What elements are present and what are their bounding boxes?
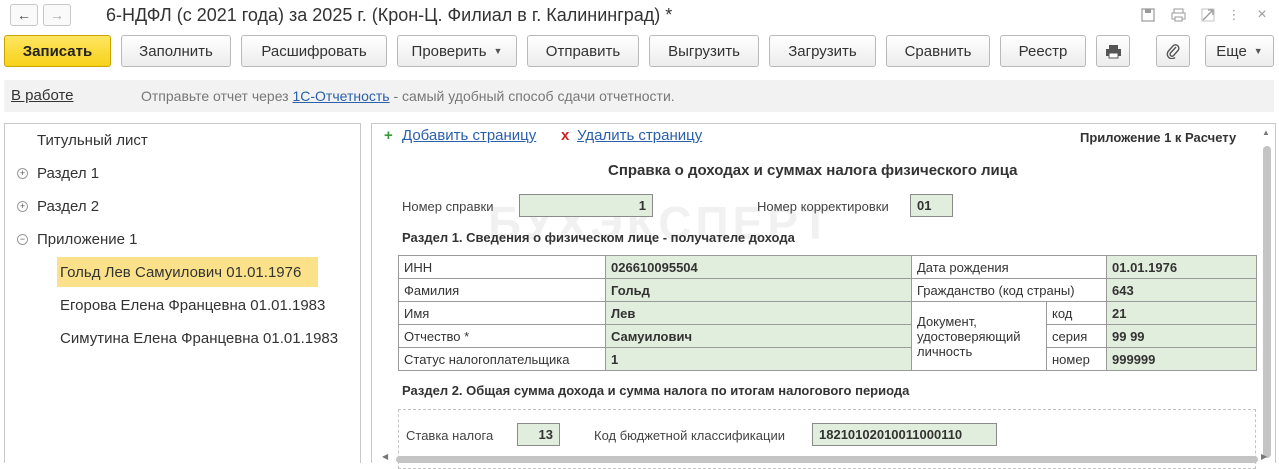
- printer-icon: [1105, 44, 1121, 58]
- section2-title: Раздел 2. Общая сумма дохода и сумма нал…: [402, 383, 910, 398]
- surname-field[interactable]: Гольд: [605, 278, 912, 302]
- caret-down-icon: ▼: [493, 46, 503, 56]
- vertical-scrollbar[interactable]: [1263, 146, 1271, 458]
- tree-item-person[interactable]: Гольд Лев Самуилович 01.01.1976: [60, 264, 301, 281]
- surname-label: Фамилия: [398, 278, 606, 302]
- back-button[interactable]: ←: [10, 4, 38, 26]
- tree-item-title-page[interactable]: Титульный лист: [37, 132, 148, 149]
- tax-rate-label: Ставка налога: [406, 428, 494, 443]
- doc-code-label: код: [1046, 301, 1107, 325]
- appendix-label: Приложение 1 к Расчету: [1080, 130, 1237, 145]
- export-button[interactable]: Выгрузить: [649, 35, 759, 67]
- close-icon[interactable]: ×: [1253, 6, 1271, 24]
- link-icon[interactable]: [1199, 6, 1217, 24]
- section1-title: Раздел 1. Сведения о физическом лице - п…: [402, 230, 795, 245]
- expand-plus-icon[interactable]: +: [17, 168, 28, 179]
- save-icon[interactable]: [1139, 6, 1157, 24]
- taxpayer-status-field[interactable]: 1: [605, 347, 912, 371]
- add-page-link[interactable]: Добавить страницу: [402, 127, 536, 144]
- expand-plus-icon[interactable]: +: [17, 201, 28, 212]
- patronymic-label: Отчество *: [398, 324, 606, 348]
- identity-document-label: Документ, удостоверяющий личность: [911, 301, 1047, 371]
- load-button[interactable]: Загрузить: [769, 35, 876, 67]
- attach-button[interactable]: [1156, 35, 1190, 67]
- forward-button[interactable]: →: [43, 4, 71, 26]
- 1c-reporting-link[interactable]: 1С-Отчетность: [292, 88, 389, 104]
- tree-item-section1[interactable]: Раздел 1: [37, 165, 99, 182]
- window-title: 6-НДФЛ (с 2021 года) за 2025 г. (Крон-Ц.…: [106, 5, 673, 25]
- compare-button[interactable]: Сравнить: [886, 35, 990, 67]
- birth-date-field[interactable]: 01.01.1976: [1106, 255, 1257, 279]
- name-label: Имя: [398, 301, 606, 325]
- tree-item-appendix1[interactable]: Приложение 1: [37, 231, 138, 248]
- doc-number-field[interactable]: 999999: [1106, 347, 1257, 371]
- scroll-right-icon[interactable]: ▶: [1261, 452, 1267, 461]
- kbk-field[interactable]: 18210102010011000110: [812, 423, 997, 446]
- doc-number-label: номер: [1046, 347, 1107, 371]
- check-button[interactable]: Проверить ▼: [397, 35, 517, 67]
- info-message: Отправьте отчет через 1С-Отчетность - са…: [141, 88, 675, 104]
- doc-code-field[interactable]: 21: [1106, 301, 1257, 325]
- citizenship-label: Гражданство (код страны): [911, 278, 1107, 302]
- cert-number-field[interactable]: 1: [519, 194, 653, 217]
- kbk-label: Код бюджетной классификации: [594, 428, 785, 443]
- tree-item-person[interactable]: Егорова Елена Францевна 01.01.1983: [60, 297, 325, 314]
- arrow-left-icon: ←: [17, 7, 31, 23]
- check-button-label: Проверить: [411, 42, 487, 60]
- citizenship-field[interactable]: 643: [1106, 278, 1257, 302]
- taxpayer-status-label: Статус налогоплательщика: [398, 347, 606, 371]
- arrow-right-icon: →: [50, 7, 64, 23]
- delete-page-link[interactable]: Удалить страницу: [577, 127, 702, 144]
- fill-button[interactable]: Заполнить: [121, 35, 231, 67]
- collapse-minus-icon[interactable]: −: [17, 234, 28, 245]
- info-text-after: - самый удобный способ сдачи отчетности.: [389, 88, 675, 104]
- more-button[interactable]: Еще ▼: [1205, 35, 1274, 67]
- tax-rate-field[interactable]: 13: [517, 423, 560, 446]
- print-icon[interactable]: [1169, 6, 1187, 24]
- tree-item-section2[interactable]: Раздел 2: [37, 198, 99, 215]
- form-title: Справка о доходах и суммах налога физиче…: [608, 162, 1018, 179]
- patronymic-field[interactable]: Самуилович: [605, 324, 912, 348]
- paperclip-icon: [1166, 44, 1180, 59]
- name-field[interactable]: Лев: [605, 301, 912, 325]
- inn-field[interactable]: 026610095504: [605, 255, 912, 279]
- send-button[interactable]: Отправить: [527, 35, 639, 67]
- info-text-before: Отправьте отчет через: [141, 88, 293, 104]
- scroll-left-icon[interactable]: ◀: [382, 452, 388, 461]
- doc-series-label: серия: [1046, 324, 1107, 348]
- correction-number-label: Номер корректировки: [757, 199, 889, 214]
- registry-button[interactable]: Реестр: [1000, 35, 1086, 67]
- add-plus-icon[interactable]: +: [384, 127, 393, 144]
- delete-x-icon[interactable]: x: [561, 127, 569, 144]
- caret-down-icon: ▼: [1253, 46, 1263, 56]
- record-button[interactable]: Записать: [4, 35, 111, 67]
- status-link[interactable]: В работе: [11, 87, 74, 104]
- birth-date-label: Дата рождения: [911, 255, 1107, 279]
- more-dots-icon[interactable]: ⋮: [1225, 6, 1243, 24]
- doc-series-field[interactable]: 99 99: [1106, 324, 1257, 348]
- correction-number-field[interactable]: 01: [910, 194, 953, 217]
- cert-number-label: Номер справки: [402, 199, 494, 214]
- horizontal-scrollbar[interactable]: [396, 456, 1258, 463]
- decode-button[interactable]: Расшифровать: [241, 35, 387, 67]
- scroll-up-icon[interactable]: ▲: [1262, 128, 1270, 137]
- inn-label: ИНН: [398, 255, 606, 279]
- more-button-label: Еще: [1216, 42, 1247, 60]
- print-button[interactable]: [1096, 35, 1130, 67]
- tree-item-person[interactable]: Симутина Елена Францевна 01.01.1983: [60, 330, 338, 347]
